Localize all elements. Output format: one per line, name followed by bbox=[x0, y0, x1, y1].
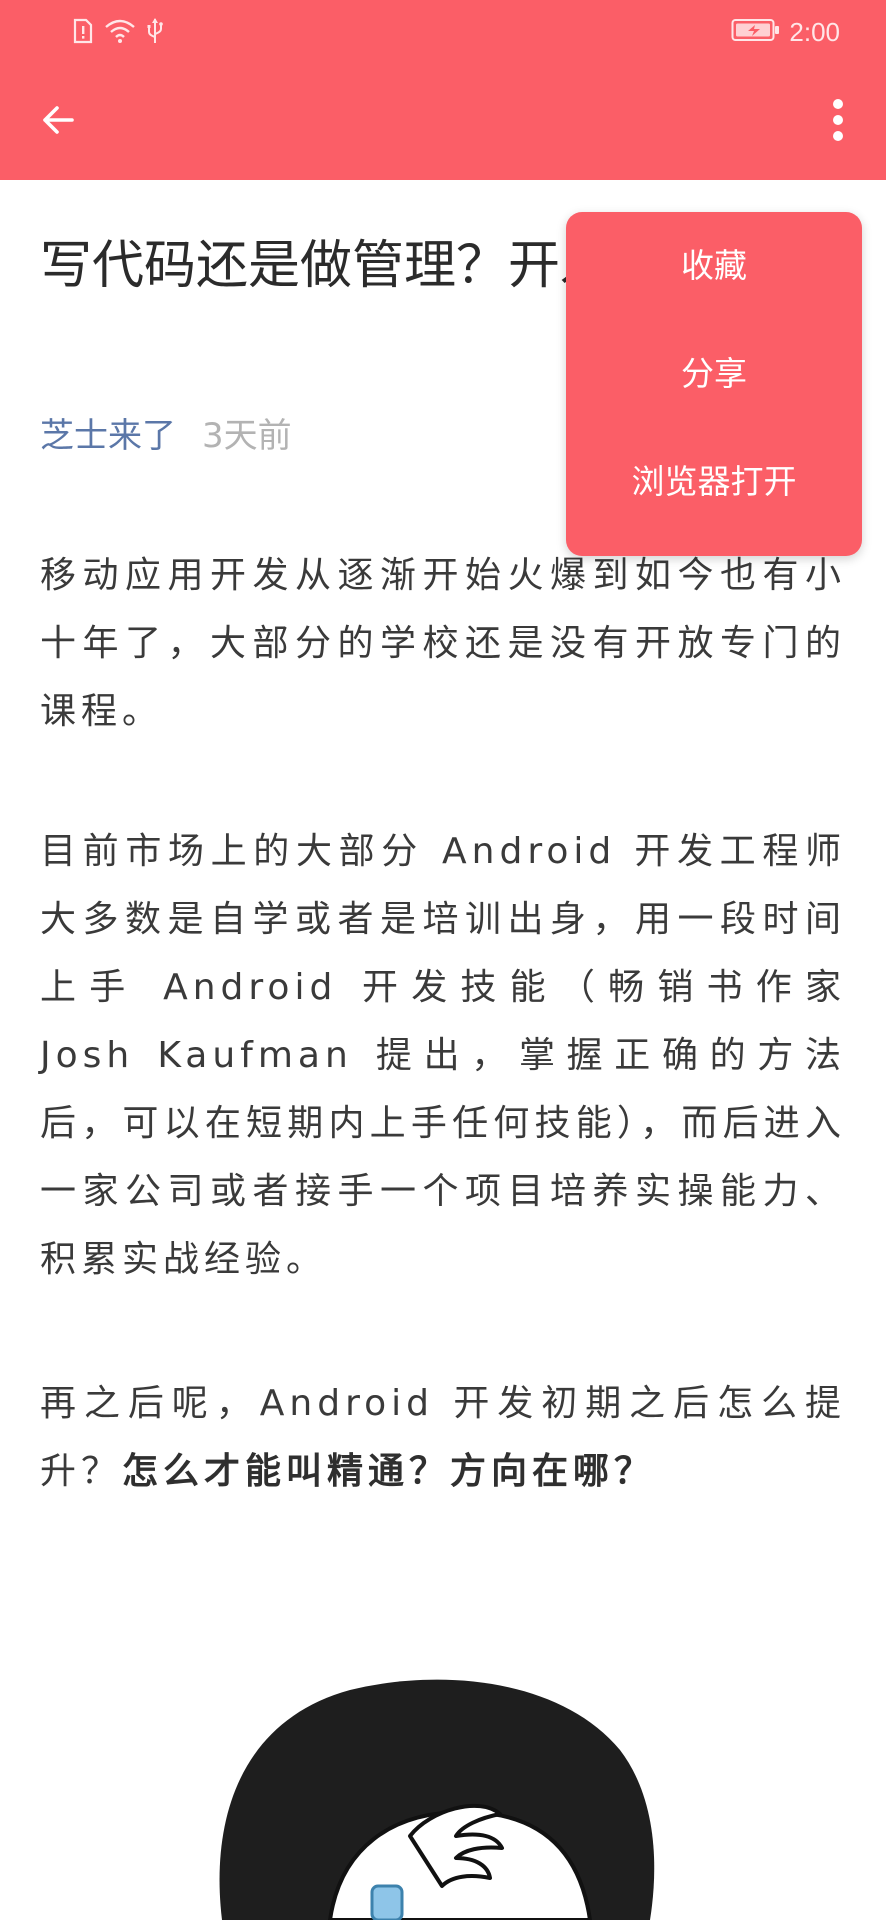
overflow-menu: 收藏 分享 浏览器打开 bbox=[566, 212, 862, 556]
article-paragraph: 目前市场上的大部分 Android 开发工程师大多数是自学或者是培训出身，用一段… bbox=[40, 831, 846, 1280]
menu-item-favorite[interactable]: 收藏 bbox=[566, 212, 862, 320]
article-image bbox=[180, 1600, 700, 1920]
paragraph-bold-text: 怎么才能叫精通？方向在哪？ bbox=[122, 1451, 656, 1492]
wifi-icon bbox=[104, 18, 136, 48]
status-time: 2:00 bbox=[789, 16, 840, 47]
status-bar: 2:00 bbox=[0, 0, 886, 64]
more-vertical-icon bbox=[831, 98, 845, 146]
article-paragraph: 再之后呢，Android 开发初期之后怎么提升？怎么才能叫精通？方向在哪？ bbox=[40, 1370, 846, 1506]
battery-charging-icon bbox=[731, 17, 781, 47]
usb-icon bbox=[146, 17, 164, 49]
author-name[interactable]: 芝士来了 bbox=[40, 416, 176, 456]
app-toolbar bbox=[0, 64, 886, 180]
article-meta: 芝士来了 3天前 bbox=[40, 412, 292, 460]
status-icons-right: 2:00 bbox=[731, 14, 840, 50]
arrow-left-icon bbox=[40, 102, 76, 142]
menu-item-share[interactable]: 分享 bbox=[566, 320, 862, 428]
publish-time: 3天前 bbox=[202, 416, 292, 456]
status-icons-left bbox=[72, 18, 164, 48]
menu-item-open-in-browser[interactable]: 浏览器打开 bbox=[566, 428, 862, 536]
back-button[interactable] bbox=[28, 94, 88, 150]
more-options-button[interactable] bbox=[810, 92, 866, 152]
sim-alert-icon bbox=[72, 18, 94, 48]
article-paragraph: 移动应用开发从逐渐开始火爆到如今也有小十年了，大部分的学校还是没有开放专门的课程… bbox=[40, 555, 846, 732]
